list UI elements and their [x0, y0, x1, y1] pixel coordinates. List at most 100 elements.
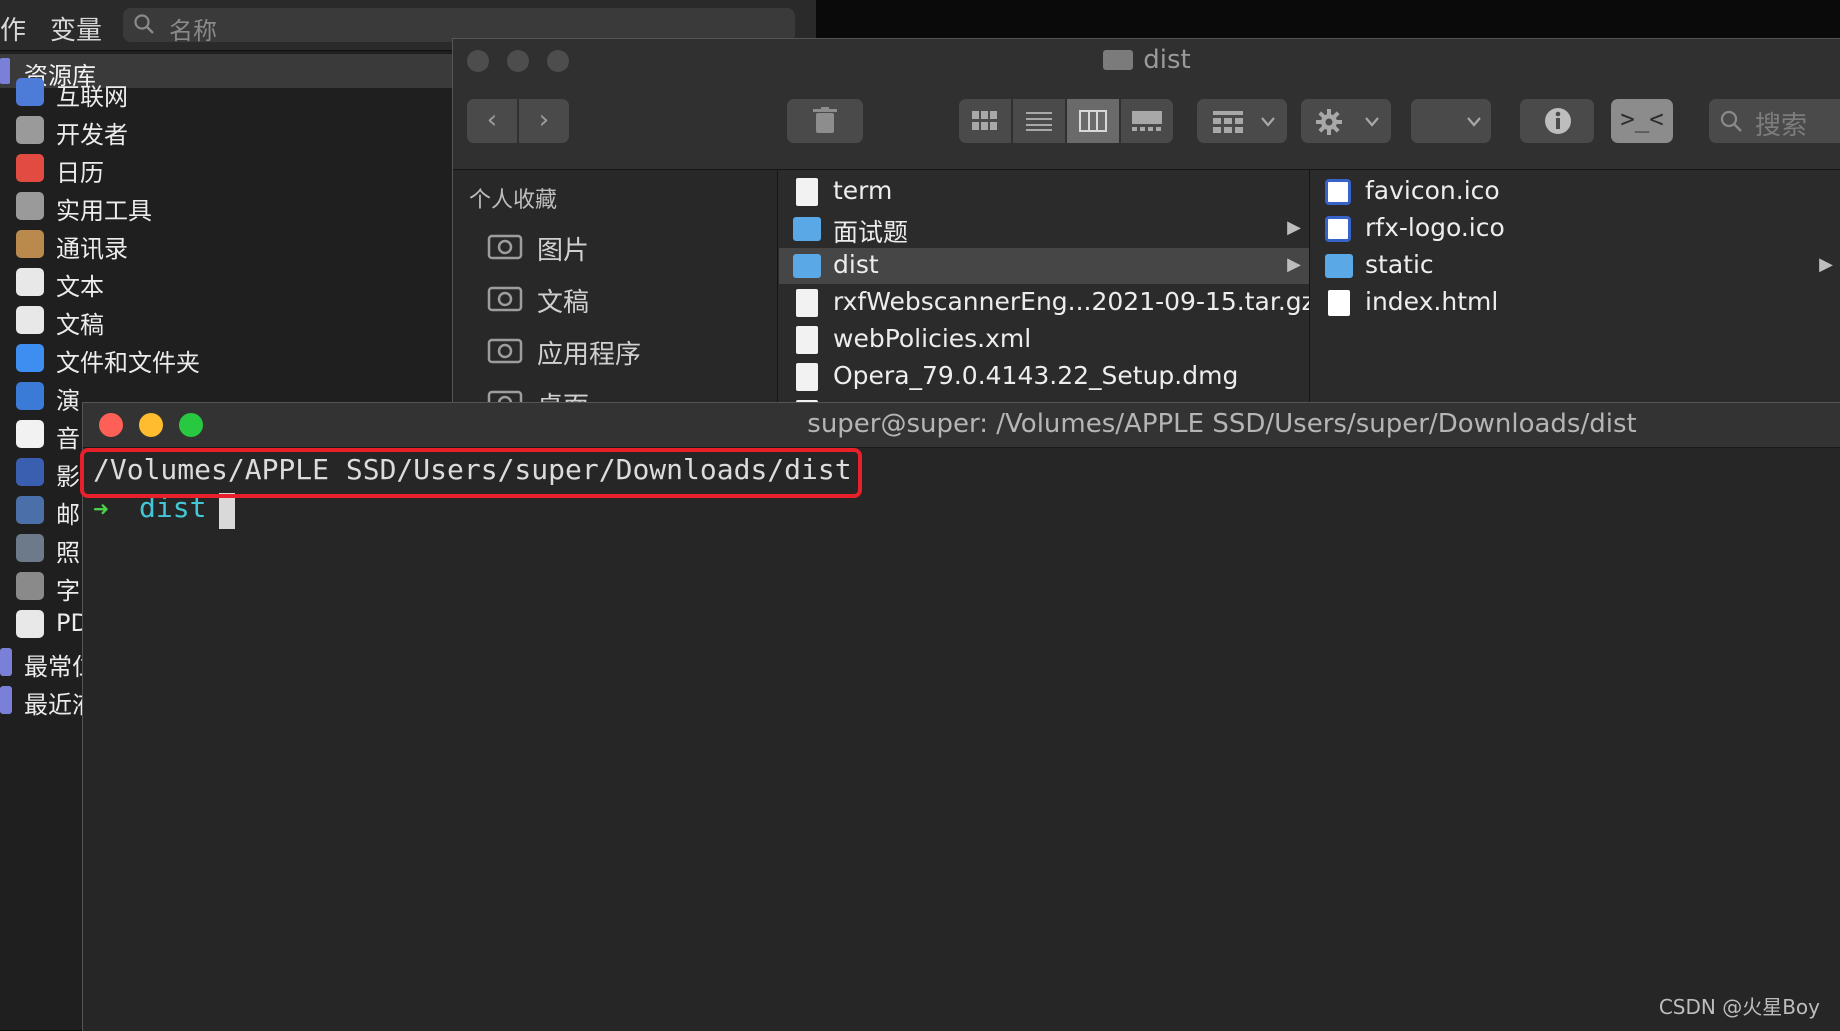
file-name: rfx-logo.ico — [1365, 213, 1505, 242]
library-item-label: 字 — [56, 577, 80, 605]
chevron-down-icon — [1261, 117, 1275, 127]
library-item[interactable]: 文本 — [0, 264, 460, 302]
group-button[interactable] — [1197, 99, 1287, 143]
finder-column-2: favicon.ico rfx-logo.ico static ▶ index.html — [1311, 170, 1840, 403]
automator-search-input[interactable]: 名称 — [123, 8, 795, 45]
finder-sidebar: 个人收藏 图片文稿应用程序桌面 — [453, 170, 778, 422]
favorites-heading: 个人收藏 — [469, 188, 558, 213]
variables-button[interactable]: 变量 — [50, 10, 102, 47]
library-item-label: 文稿 — [56, 311, 104, 339]
search-icon — [134, 14, 154, 34]
favorite-item-label: 文稿 — [537, 288, 590, 318]
gallery-view-icon — [1132, 111, 1162, 131]
file-name: webPolicies.xml — [833, 324, 1032, 353]
html-file-icon — [1328, 290, 1350, 316]
terminal-titlebar: super@super: /Volumes/APPLE SSD/Users/su… — [83, 403, 1840, 448]
file-row[interactable]: index.html — [1311, 285, 1840, 321]
library-item[interactable]: 开发者 — [0, 112, 460, 150]
file-name: dist — [833, 250, 879, 279]
library-item[interactable]: 互联网 — [0, 74, 460, 112]
file-row[interactable]: dist ▶ — [779, 248, 1309, 284]
folder-icon — [793, 254, 821, 278]
search-icon — [1720, 110, 1742, 132]
file-name: 面试题 — [833, 218, 909, 247]
library-item-label: 影 — [56, 463, 80, 491]
file-row[interactable]: webPolicies.xml — [779, 322, 1309, 358]
column-view-icon — [1079, 110, 1107, 132]
list-view-button[interactable] — [1013, 99, 1065, 143]
get-info-button[interactable] — [1520, 99, 1594, 143]
icon-view-button[interactable] — [959, 99, 1011, 143]
prompt-arrow-icon: ➜ — [93, 495, 109, 525]
library-item-label: 音 — [56, 425, 80, 453]
finder-search-input[interactable]: 搜索 — [1709, 99, 1840, 143]
library-item-label: 邮 — [56, 501, 80, 529]
file-row[interactable]: rfx-logo.ico — [1311, 211, 1840, 247]
photos-icon — [16, 534, 44, 562]
grid-view-icon — [972, 111, 997, 130]
disclosure-arrow-icon: ▶ — [1287, 217, 1301, 238]
music-icon — [16, 420, 44, 448]
library-item-label: 互联网 — [56, 83, 128, 111]
file-row[interactable]: Opera_79.0.4143.22_Setup.dmg — [779, 359, 1309, 395]
action-button[interactable] — [1301, 99, 1391, 143]
chevron-left-icon: ‹ — [486, 105, 498, 135]
file-row[interactable]: favicon.ico — [1311, 174, 1840, 210]
pdf-icon — [16, 610, 44, 638]
tools-icon — [16, 192, 44, 220]
library-item-label: 实用工具 — [56, 197, 152, 225]
share-dropdown-button[interactable] — [1411, 99, 1491, 143]
executable-icon — [796, 178, 818, 206]
ico-file-icon — [1325, 216, 1351, 242]
search-placeholder: 搜索 — [1755, 111, 1808, 141]
applications-icon — [487, 338, 523, 364]
terminal-title: super@super: /Volumes/APPLE SSD/Users/su… — [807, 409, 1637, 439]
toolbar-truncated-label[interactable]: 作 — [0, 10, 26, 47]
folder-icon — [793, 217, 821, 241]
library-item-label: 开发者 — [56, 121, 128, 149]
library-item-label: 照 — [56, 539, 80, 567]
column-view-button[interactable] — [1067, 99, 1119, 143]
file-row[interactable]: 面试题 ▶ — [779, 211, 1309, 247]
library-item-label: 通讯录 — [56, 235, 128, 263]
library-item[interactable]: 文稿 — [0, 302, 460, 340]
finder-icon — [16, 344, 44, 372]
disclosure-arrow-icon: ▶ — [1287, 254, 1301, 275]
library-item-label: 文件和文件夹 — [56, 349, 200, 377]
favorite-item-label: 应用程序 — [537, 340, 642, 370]
finder-title-text: dist — [1143, 45, 1191, 75]
search-placeholder: 名称 — [169, 17, 217, 45]
file-row[interactable]: rxfWebscannerEng...2021-09-15.tar.gz — [779, 285, 1309, 321]
mail-icon — [16, 496, 44, 524]
group-icon — [1213, 111, 1243, 133]
finder-column-1: term 面试题 ▶ dist ▶ rxfWebscannerEng...2021-09-… — [779, 170, 1310, 403]
library-item[interactable]: 实用工具 — [0, 188, 460, 226]
watermark: CSDN @火星Boy — [1658, 995, 1820, 1019]
info-icon — [1545, 108, 1571, 134]
file-row[interactable]: static ▶ — [1311, 248, 1840, 284]
library-item[interactable]: 通讯录 — [0, 226, 460, 264]
gallery-view-button[interactable] — [1121, 99, 1173, 143]
library-item[interactable]: 日历 — [0, 150, 460, 188]
file-icon — [796, 326, 818, 354]
library-item-label: 演 — [56, 387, 80, 415]
delete-button[interactable] — [787, 99, 863, 143]
file-name: favicon.ico — [1365, 176, 1500, 205]
library-item[interactable]: 文件和文件夹 — [0, 340, 460, 378]
trash-icon — [813, 107, 837, 133]
file-row[interactable]: term — [779, 174, 1309, 210]
terminal-cursor — [219, 493, 235, 529]
file-icon — [796, 289, 818, 317]
camera-icon — [487, 234, 523, 260]
file-name: index.html — [1365, 287, 1499, 316]
open-terminal-button[interactable]: >_< — [1611, 99, 1673, 143]
file-name: term — [833, 176, 893, 205]
forward-button[interactable]: › — [519, 99, 569, 143]
documents-icon — [487, 286, 523, 312]
back-button[interactable]: ‹ — [467, 99, 517, 143]
chevron-down-icon — [1467, 117, 1481, 127]
file-icon — [796, 363, 818, 391]
calendar-icon — [16, 154, 44, 182]
contacts-icon — [16, 230, 44, 258]
favorite-item-label: 图片 — [537, 236, 590, 266]
